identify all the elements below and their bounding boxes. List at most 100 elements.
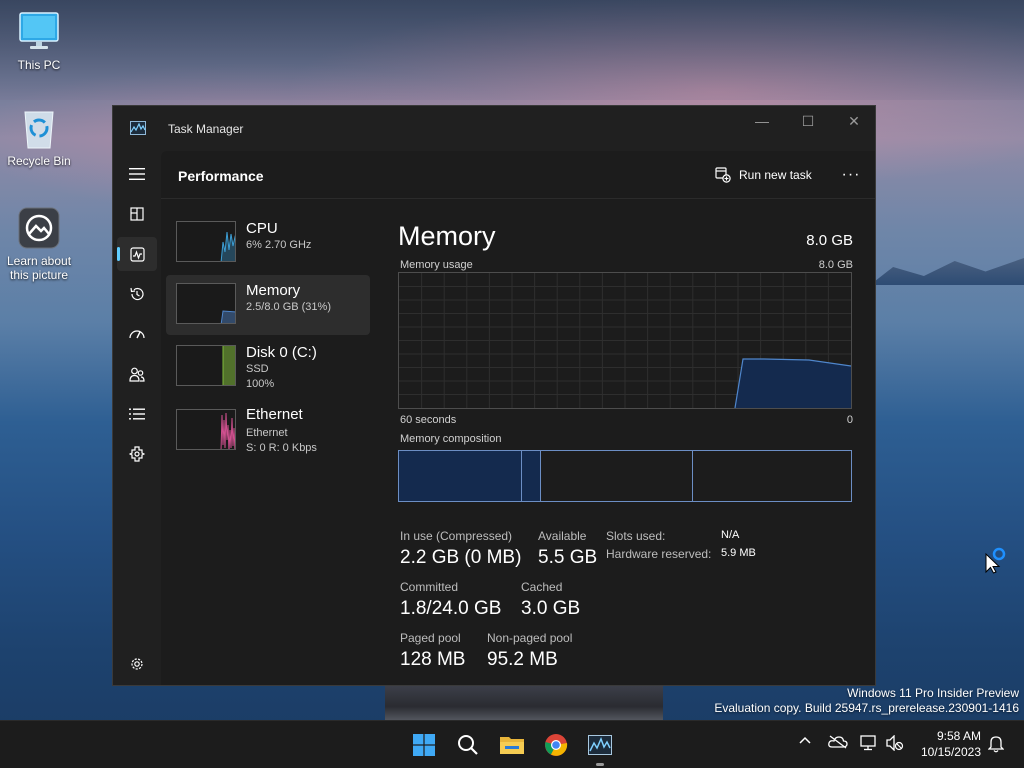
watermark-line-2: Evaluation copy. Build 25947.rs_prerelea… <box>714 701 1019 715</box>
watermark-line-1: Windows 11 Pro Insider Preview <box>847 686 1019 700</box>
desktop-icon-learn-about-picture[interactable]: Learn about this picture <box>1 206 77 282</box>
network-icon <box>860 735 876 751</box>
chrome-button[interactable] <box>540 729 572 761</box>
navigation-rail <box>113 151 161 685</box>
graph-time-end: 0 <box>846 414 853 426</box>
settings-icon <box>131 658 143 670</box>
wallpaper-mountains <box>870 258 1024 285</box>
composition-in-use <box>399 451 522 501</box>
close-button[interactable]: ✕ <box>831 106 877 136</box>
perf-item-disk[interactable]: Disk 0 (C:) SSD 100% <box>166 337 370 397</box>
non-paged-pool-value: 95.2 MB <box>487 649 558 670</box>
more-options-button[interactable]: ··· <box>837 165 865 185</box>
nav-processes[interactable] <box>117 197 157 231</box>
paged-pool-value: 128 MB <box>400 649 466 670</box>
busy-cursor-icon <box>984 546 1008 579</box>
title-bar[interactable]: Task Manager — ☐ ✕ <box>113 106 875 151</box>
taskbar: 9:58 AM 10/15/2023 <box>0 720 1024 768</box>
monitor-icon <box>17 10 61 54</box>
clock-time: 9:58 AM <box>936 729 981 743</box>
non-paged-pool-label: Non-paged pool <box>487 631 573 645</box>
notifications-button[interactable] <box>987 735 1005 756</box>
graph-time-start: 60 seconds <box>400 414 457 426</box>
memory-usage-max: 8.0 GB <box>818 259 853 271</box>
spotlight-icon <box>17 206 61 250</box>
slots-used-label: Slots used: <box>606 529 666 543</box>
cpu-thumbnail-graph <box>176 221 236 262</box>
page-title: Performance <box>178 168 264 184</box>
task-manager-taskbar-button[interactable] <box>584 729 616 761</box>
nav-details[interactable] <box>117 397 157 431</box>
app-history-icon <box>130 287 144 301</box>
active-app-indicator <box>596 763 604 766</box>
perf-item-cpu[interactable]: CPU 6% 2.70 GHz <box>166 213 370 273</box>
hardware-reserved-value: 5.9 MB <box>721 547 756 559</box>
window-title: Task Manager <box>168 122 244 136</box>
memory-total: 8.0 GB <box>806 232 853 249</box>
composition-free <box>693 451 851 501</box>
windows-start-icon <box>413 734 435 756</box>
perf-item-detail: 6% 2.70 GHz <box>246 239 312 251</box>
nav-hamburger-button[interactable] <box>117 157 157 191</box>
composition-modified <box>522 451 541 501</box>
committed-value: 1.8/24.0 GB <box>400 598 502 619</box>
nav-startup-apps[interactable] <box>117 317 157 351</box>
committed-label: Committed <box>400 580 459 594</box>
wallpaper-clouds <box>0 0 1024 100</box>
desktop-icon-label: Learn about this picture <box>6 254 72 282</box>
cached-value: 3.0 GB <box>521 598 581 619</box>
command-bar: Performance Run new task ··· <box>161 151 875 199</box>
nav-users[interactable] <box>117 357 157 391</box>
memory-thumbnail-graph <box>176 283 236 324</box>
perf-item-memory[interactable]: Memory 2.5/8.0 GB (31%) <box>166 275 370 335</box>
search-button[interactable] <box>452 729 484 761</box>
paged-pool-label: Paged pool <box>400 631 461 645</box>
more-icon: ··· <box>841 166 861 183</box>
network-tray-button[interactable] <box>860 735 878 754</box>
run-task-icon <box>715 167 731 183</box>
users-icon <box>129 367 145 382</box>
nav-performance[interactable] <box>117 237 157 271</box>
onedrive-tray-button[interactable] <box>828 735 848 752</box>
performance-icon <box>129 246 145 262</box>
hamburger-menu-icon <box>129 168 145 180</box>
run-new-task-button[interactable]: Run new task <box>715 163 812 187</box>
search-icon <box>458 735 478 755</box>
perf-item-detail: 2.5/8.0 GB (31%) <box>246 301 331 313</box>
nav-services[interactable] <box>117 437 157 471</box>
wallpaper-rock <box>385 686 663 720</box>
desktop-icon-recycle-bin[interactable]: Recycle Bin <box>1 106 77 168</box>
perf-item-ethernet[interactable]: Ethernet Ethernet S: 0 R: 0 Kbps <box>166 399 370 463</box>
recycle-bin-icon <box>17 106 61 150</box>
nav-settings[interactable] <box>117 647 157 681</box>
maximize-button[interactable]: ☐ <box>785 106 831 136</box>
performance-content: Performance Run new task ··· CPU 6% 2.70… <box>161 151 875 685</box>
memory-composition-label: Memory composition <box>400 433 502 445</box>
task-manager-icon <box>130 121 146 140</box>
show-hidden-icons-button[interactable] <box>798 734 812 748</box>
evaluation-watermark: Windows 11 Pro Insider Preview Evaluatio… <box>714 686 1019 716</box>
system-clock[interactable]: 9:58 AM 10/15/2023 <box>921 728 981 760</box>
perf-item-name: Disk 0 (C:) <box>246 344 317 361</box>
in-use-label: In use (Compressed) <box>400 529 513 543</box>
available-value: 5.5 GB <box>538 547 598 568</box>
perf-item-name: Ethernet <box>246 406 303 423</box>
onedrive-icon <box>828 735 848 749</box>
file-explorer-button[interactable] <box>496 729 528 761</box>
desktop-icon-this-pc[interactable]: This PC <box>1 10 77 72</box>
nav-app-history[interactable] <box>117 277 157 311</box>
task-manager-icon <box>588 735 612 755</box>
bell-icon <box>987 736 1005 753</box>
desktop-icon-label: Recycle Bin <box>7 154 71 168</box>
memory-title: Memory <box>398 221 496 251</box>
clock-date: 10/15/2023 <box>920 745 981 759</box>
perf-item-type: SSD <box>246 363 269 375</box>
chrome-icon <box>545 734 568 756</box>
minimize-button[interactable]: — <box>739 106 785 136</box>
startup-apps-icon <box>129 330 145 339</box>
volume-tray-button[interactable] <box>886 734 904 754</box>
perf-item-name: Memory <box>246 282 301 299</box>
in-use-value: 2.2 GB (0 MB) <box>400 547 522 568</box>
desktop-icon-label: This PC <box>17 58 61 72</box>
start-button[interactable] <box>408 729 440 761</box>
